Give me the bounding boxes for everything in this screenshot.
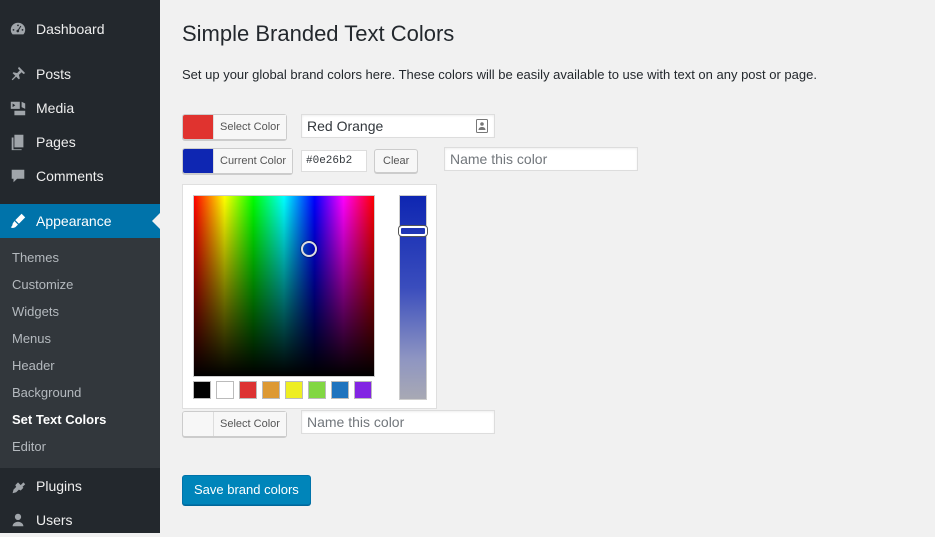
color-name-input-3[interactable]: Name this color [301,410,495,434]
contact-card-icon [476,119,488,133]
page-title: Simple Branded Text Colors [182,21,455,46]
main-content: Simple Branded Text Colors Set up your g… [160,0,935,533]
sidebar-item-dashboard[interactable]: Dashboard [0,12,160,46]
sidebar-item-label: Users [36,512,73,528]
sidebar-item-appearance[interactable]: Appearance [0,204,160,238]
palette-swatch-green[interactable] [308,381,326,399]
sidebar-item-label: Pages [36,134,76,150]
save-brand-colors-button[interactable]: Save brand colors [182,475,311,505]
sidebar-item-label: Comments [36,168,104,184]
button-label: Current Color [213,149,293,173]
sidebar-item-users[interactable]: Users [0,503,160,537]
admin-sidebar: Dashboard Posts Media Pages Comments App… [0,0,160,533]
palette-swatch-yellow[interactable] [285,381,303,399]
color-swatch [183,115,213,139]
dashboard-icon [8,19,28,39]
pin-icon [8,64,28,84]
sidebar-item-label: Media [36,100,75,116]
sidebar-item-comments[interactable]: Comments [0,159,160,193]
sidebar-item-media[interactable]: Media [0,91,160,125]
palette-swatch-white[interactable] [216,381,234,399]
color-swatch [183,149,213,173]
color-picker-handle[interactable] [301,241,317,257]
sidebar-item-posts[interactable]: Posts [0,57,160,91]
sidebar-item-pages[interactable]: Pages [0,125,160,159]
select-color-button-1[interactable]: Select Color [182,114,287,140]
page-description: Set up your global brand colors here. Th… [182,67,817,82]
submenu-item-menus[interactable]: Menus [12,330,51,348]
submenu-item-background[interactable]: Background [12,384,81,402]
slider-handle[interactable] [399,226,427,236]
color-picker-panel [182,184,437,409]
submenu-item-editor[interactable]: Editor [12,438,46,456]
media-icon [8,98,28,118]
button-label: Select Color [213,412,286,436]
plugin-icon [8,476,28,496]
clear-button[interactable]: Clear [374,149,419,173]
brush-icon [8,211,28,231]
input-value: Red Orange [307,118,384,134]
sidebar-item-label: Posts [36,66,72,82]
button-label: Select Color [213,115,286,139]
submenu-item-widgets[interactable]: Widgets [12,303,59,321]
hex-color-input[interactable]: #0e26b2 [301,150,367,172]
color-gradient-square[interactable] [193,195,375,377]
submenu-item-set-text-colors[interactable]: Set Text Colors [12,411,106,429]
appearance-submenu: Themes Customize Widgets Menus Header Ba… [0,238,160,468]
palette-swatch-orange[interactable] [262,381,280,399]
saturation-slider[interactable] [399,195,427,400]
color-name-input-2[interactable]: Name this color [444,147,638,171]
user-icon [8,510,28,530]
sidebar-item-label: Plugins [36,478,82,494]
color-name-input-1[interactable]: Red Orange [301,114,495,138]
submenu-item-themes[interactable]: Themes [12,249,59,267]
color-swatch [183,412,213,436]
pages-icon [8,132,28,152]
palette-swatch-black[interactable] [193,381,211,399]
sidebar-item-plugins[interactable]: Plugins [0,469,160,503]
sidebar-item-label: Dashboard [36,21,105,37]
current-color-button[interactable]: Current Color [182,148,294,174]
palette-swatch-red[interactable] [239,381,257,399]
palette-swatch-purple[interactable] [354,381,372,399]
submenu-item-customize[interactable]: Customize [12,276,73,294]
sidebar-item-label: Appearance [36,213,112,229]
palette-swatch-blue[interactable] [331,381,349,399]
select-color-button-3[interactable]: Select Color [182,411,287,437]
submenu-item-header[interactable]: Header [12,357,55,375]
comment-icon [8,166,28,186]
